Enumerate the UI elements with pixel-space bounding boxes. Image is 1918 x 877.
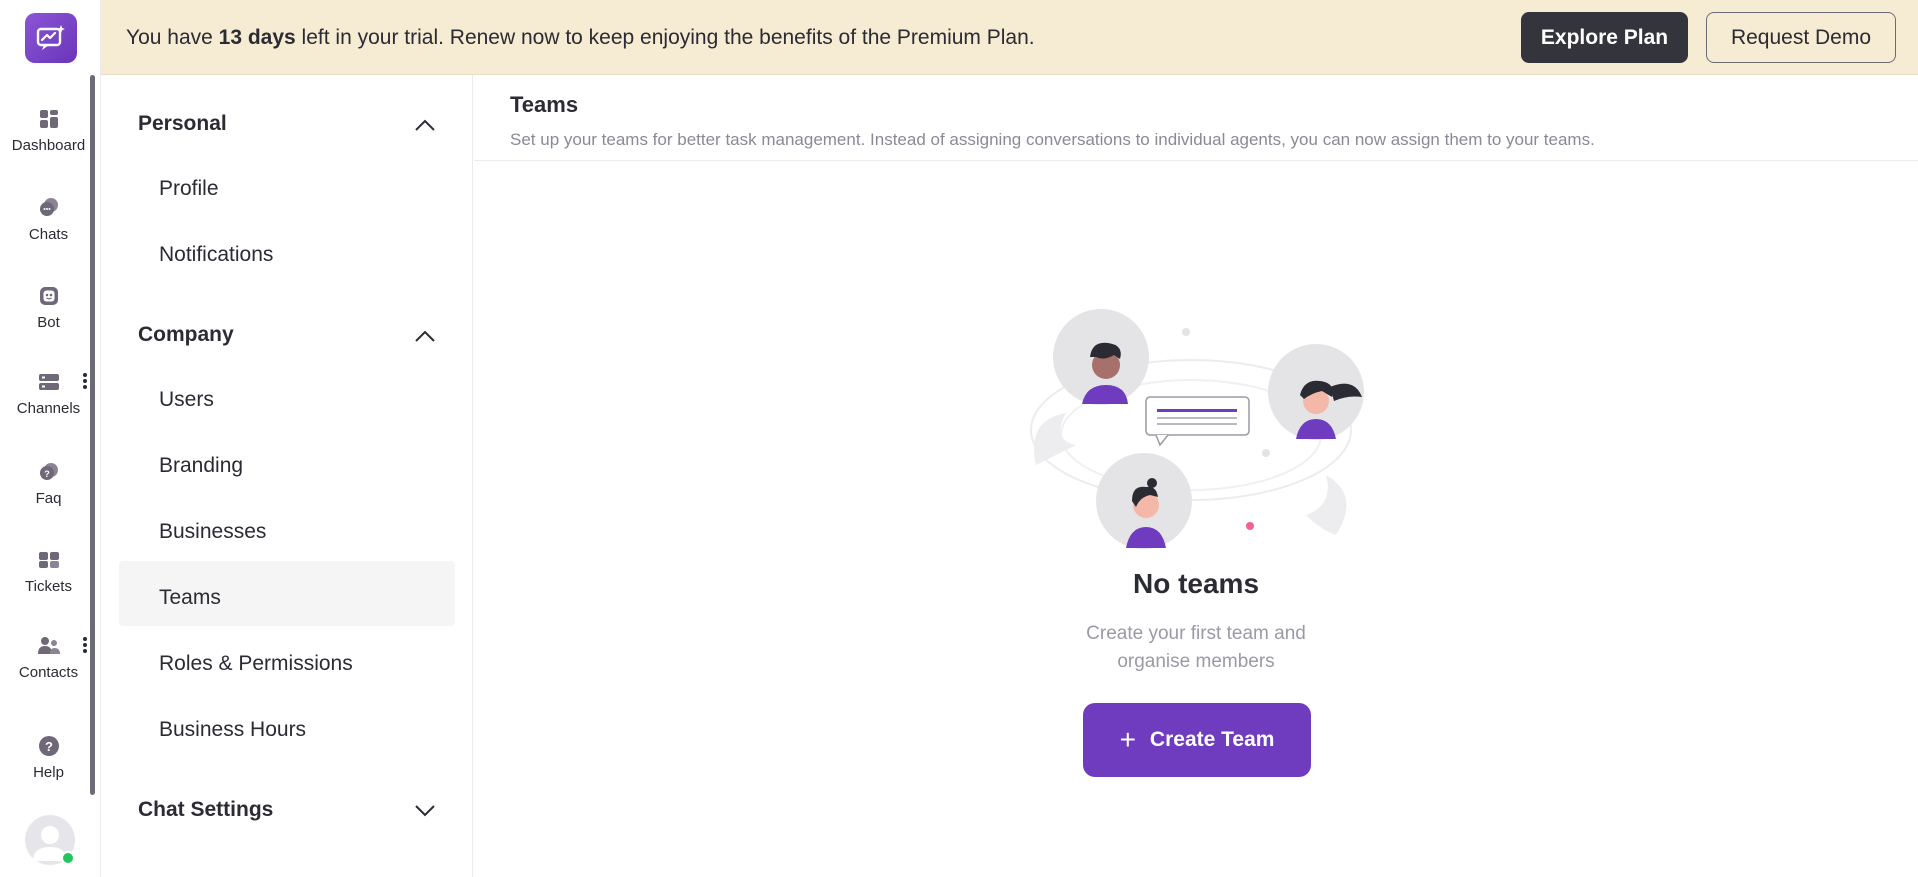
- page-header: Teams Set up your teams for better task …: [474, 75, 1918, 161]
- nav-scrollbar[interactable]: [90, 75, 95, 795]
- nav-tickets[interactable]: Tickets: [0, 548, 97, 595]
- trial-days: 13 days: [218, 26, 296, 49]
- left-nav-rail: Dashboard Chats Bot Channels ? Faq Ticke…: [0, 0, 101, 877]
- settings-item-roles-permissions[interactable]: Roles & Permissions: [159, 652, 353, 676]
- trial-banner: You have 13 days left in your trial. Ren…: [101, 0, 1918, 75]
- nav-dashboard[interactable]: Dashboard: [0, 107, 97, 154]
- nav-label: Channels: [16, 400, 81, 417]
- nav-faq[interactable]: ? Faq: [0, 460, 97, 507]
- section-company-title[interactable]: Company: [138, 323, 234, 347]
- settings-item-businesses[interactable]: Businesses: [159, 520, 266, 544]
- nav-label: Faq: [35, 490, 62, 507]
- svg-text:?: ?: [45, 739, 53, 754]
- page-title: Teams: [510, 92, 579, 117]
- svg-text:?: ?: [44, 469, 50, 479]
- bot-icon: [39, 287, 58, 305]
- nav-label: Tickets: [25, 578, 72, 595]
- app-logo[interactable]: [25, 13, 77, 63]
- nav-help[interactable]: ? Help: [0, 734, 97, 781]
- settings-item-users[interactable]: Users: [159, 388, 214, 412]
- nav-contacts[interactable]: Contacts: [0, 634, 97, 681]
- nav-label: Dashboard: [11, 137, 86, 154]
- more-vertical-icon[interactable]: [83, 636, 87, 654]
- plus-icon: +: [1119, 724, 1136, 755]
- settings-item-profile[interactable]: Profile: [159, 177, 219, 201]
- more-vertical-icon[interactable]: [83, 372, 87, 390]
- nav-bot[interactable]: Bot: [0, 284, 97, 331]
- settings-sidebar: Personal Profile Notifications Company U…: [101, 75, 473, 877]
- empty-state-subtitle: Create your first team and organise memb…: [1086, 623, 1306, 672]
- nav-label: Bot: [37, 314, 60, 331]
- chat-bubbles-icon: [39, 198, 58, 216]
- settings-item-teams[interactable]: Teams: [159, 586, 221, 610]
- section-chat-settings-title[interactable]: Chat Settings: [138, 798, 273, 822]
- empty-state-title: No teams: [1132, 568, 1260, 599]
- nav-channels[interactable]: Channels: [0, 370, 97, 417]
- help-icon: ?: [38, 736, 59, 756]
- nav-label: Help: [33, 764, 64, 781]
- chevron-up-icon[interactable]: [414, 329, 436, 343]
- settings-item-notifications[interactable]: Notifications: [159, 243, 273, 267]
- contacts-icon: [37, 637, 60, 654]
- page-subtitle: Set up your teams for better task manage…: [510, 130, 1595, 149]
- explore-plan-button[interactable]: Explore Plan: [1521, 12, 1688, 63]
- nav-label: Chats: [28, 226, 69, 243]
- trial-message: You have 13 days left in your trial. Ren…: [126, 26, 1035, 49]
- chevron-up-icon[interactable]: [414, 118, 436, 132]
- create-team-label: Create Team: [1149, 728, 1275, 751]
- tickets-icon: [38, 552, 59, 568]
- teams-empty-illustration: [1030, 309, 1364, 549]
- request-demo-button[interactable]: Request Demo: [1706, 12, 1896, 63]
- settings-item-business-hours[interactable]: Business Hours: [159, 718, 306, 742]
- faq-icon: ?: [39, 463, 58, 480]
- section-personal-title[interactable]: Personal: [138, 112, 227, 136]
- nav-label: Contacts: [18, 664, 79, 681]
- nav-chats[interactable]: Chats: [0, 196, 97, 243]
- channels-icon: [38, 374, 59, 390]
- logo-chat-sparkle-icon: [36, 25, 65, 50]
- dashboard-icon: [39, 110, 58, 128]
- online-status-dot: [61, 851, 75, 865]
- chevron-down-icon[interactable]: [414, 803, 436, 817]
- settings-item-branding[interactable]: Branding: [159, 454, 243, 478]
- create-team-button[interactable]: + Create Team: [1083, 703, 1311, 777]
